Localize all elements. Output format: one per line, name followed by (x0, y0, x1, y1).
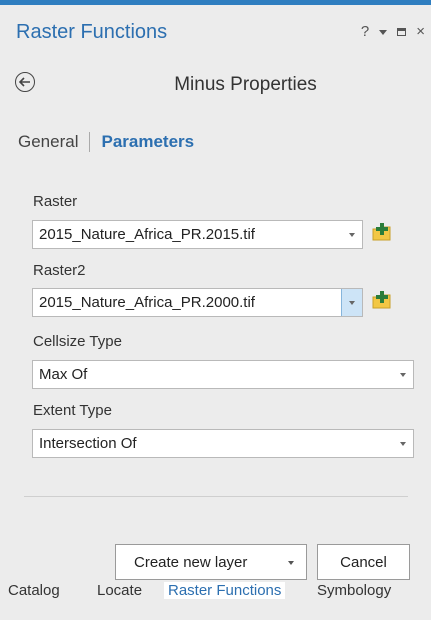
create-new-layer-button[interactable]: Create new layer (115, 544, 307, 580)
raster-value: 2015_Nature_Africa_PR.2015.tif (39, 226, 255, 243)
chevron-down-icon[interactable] (393, 430, 413, 457)
close-button[interactable]: × (416, 24, 425, 39)
function-title: Minus Properties (174, 74, 317, 95)
pane-header: Raster Functions ? × (0, 5, 431, 57)
raster-dropdown[interactable]: 2015_Nature_Africa_PR.2015.tif (32, 220, 363, 249)
raster2-label: Raster2 (33, 262, 86, 279)
tab-general[interactable]: General (18, 132, 78, 152)
help-button[interactable]: ? (361, 23, 369, 40)
tab-locate[interactable]: Locate (97, 582, 142, 599)
chevron-down-icon[interactable] (341, 289, 362, 316)
raster-label: Raster (33, 193, 78, 210)
property-tabs: General Parameters (18, 132, 194, 152)
chevron-down-icon[interactable] (288, 561, 294, 565)
tab-parameters[interactable]: Parameters (101, 132, 194, 152)
tab-raster-functions[interactable]: Raster Functions (164, 582, 286, 599)
raster2-value: 2015_Nature_Africa_PR.2000.tif (39, 294, 255, 311)
add-raster-folder-icon[interactable] (371, 222, 393, 244)
create-new-layer-label: Create new layer (134, 554, 248, 571)
pane-title: Raster Functions (16, 21, 168, 43)
maximize-icon[interactable] (397, 27, 407, 36)
options-dropdown-icon[interactable] (379, 30, 388, 35)
tab-symbology[interactable]: Symbology (317, 582, 391, 599)
section-divider (24, 496, 408, 497)
cancel-button[interactable]: Cancel (317, 544, 410, 580)
add-raster2-folder-icon[interactable] (371, 290, 393, 312)
window-controls: ? × (361, 23, 425, 40)
extent-type-value: Intersection Of (39, 435, 137, 452)
extent-type-dropdown[interactable]: Intersection Of (32, 429, 414, 458)
tab-catalog[interactable]: Catalog (8, 582, 60, 599)
raster2-dropdown[interactable]: 2015_Nature_Africa_PR.2000.tif (32, 288, 363, 317)
cellsize-type-label: Cellsize Type (33, 333, 122, 350)
tab-divider (89, 132, 91, 152)
extent-type-label: Extent Type (33, 402, 112, 419)
cellsize-type-value: Max Of (39, 366, 88, 383)
cellsize-type-dropdown[interactable]: Max Of (32, 360, 414, 389)
chevron-down-icon[interactable] (342, 221, 362, 248)
bottom-tab-strip: Catalog Locate Raster Functions Symbolog… (0, 582, 431, 620)
chevron-down-icon[interactable] (393, 361, 413, 388)
